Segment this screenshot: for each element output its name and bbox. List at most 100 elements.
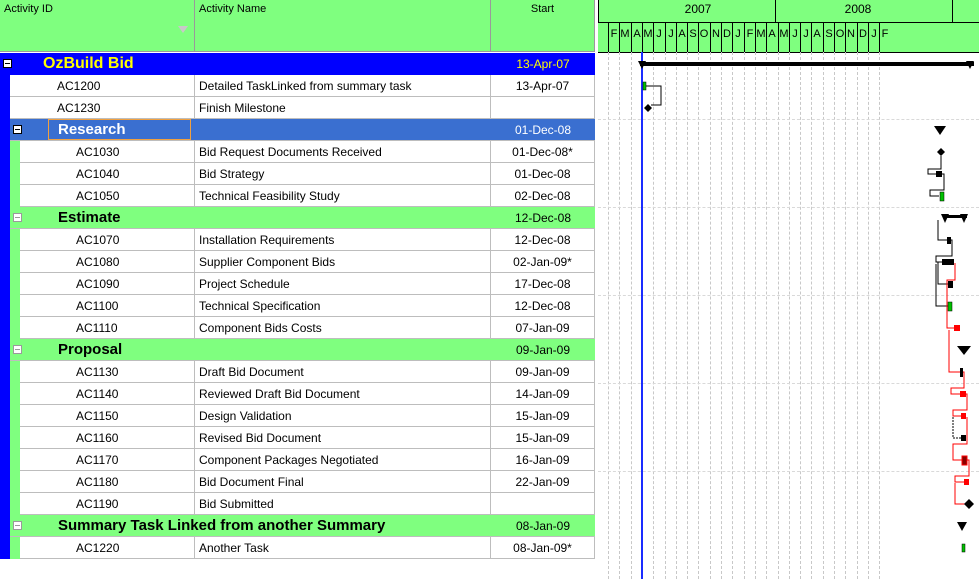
activity-table: Activity ID Activity Name Start OzBuild … bbox=[0, 0, 595, 579]
activity-start: 12-Dec-08 bbox=[491, 295, 595, 317]
activity-row[interactable]: AC1080 Supplier Component Bids 02-Jan-09* bbox=[0, 251, 595, 273]
activity-bar[interactable] bbox=[942, 259, 954, 265]
activity-name: Design Validation bbox=[195, 405, 491, 427]
wbs-level-stripe bbox=[0, 163, 20, 185]
gantt-bars bbox=[638, 61, 974, 553]
collapse-icon[interactable] bbox=[13, 521, 22, 530]
activity-row[interactable]: AC1130 Draft Bid Document 09-Jan-09 bbox=[0, 361, 595, 383]
milestone-diamond[interactable] bbox=[937, 148, 945, 156]
activity-row[interactable]: AC1150 Design Validation 15-Jan-09 bbox=[0, 405, 595, 427]
activity-start: 13-Apr-07 bbox=[491, 75, 595, 97]
critical-activity-bar[interactable] bbox=[961, 455, 968, 466]
activity-row[interactable]: AC1090 Project Schedule 17-Dec-08 bbox=[0, 273, 595, 295]
activity-row[interactable]: AC1170 Component Packages Negotiated 16-Ja… bbox=[0, 449, 595, 471]
wbs-level-stripe bbox=[0, 141, 20, 163]
project-name: OzBuild Bid bbox=[43, 55, 134, 72]
critical-activity-bar[interactable] bbox=[960, 391, 966, 397]
wbs-row[interactable]: Research 01-Dec-08 bbox=[0, 119, 595, 141]
activity-bar[interactable] bbox=[947, 237, 951, 244]
activity-row[interactable]: AC1040 Bid Strategy 01-Dec-08 bbox=[0, 163, 595, 185]
critical-activity-bar[interactable] bbox=[961, 413, 966, 419]
activity-name: Revised Bid Document bbox=[195, 427, 491, 449]
activity-id: AC1050 bbox=[20, 185, 195, 207]
activity-id: AC1100 bbox=[20, 295, 195, 317]
project-row[interactable]: OzBuild Bid 13-Apr-07 bbox=[0, 53, 595, 75]
activity-row[interactable]: AC1200 Detailed TaskLinked from summary t… bbox=[0, 75, 595, 97]
column-header-activity-name[interactable]: Activity Name bbox=[195, 0, 491, 52]
wbs-start: 12-Dec-08 bbox=[514, 211, 572, 225]
milestone-diamond[interactable] bbox=[644, 104, 652, 112]
activity-name: Project Schedule bbox=[195, 273, 491, 295]
wbs-level-stripe bbox=[0, 339, 10, 361]
milestone-diamond[interactable] bbox=[964, 499, 974, 509]
activity-name: Component Bids Costs bbox=[195, 317, 491, 339]
wbs-level-stripe bbox=[0, 361, 20, 383]
activity-row[interactable]: AC1100 Technical Specification 12-Dec-08 bbox=[0, 295, 595, 317]
activity-start: 16-Jan-09 bbox=[491, 449, 595, 471]
activity-row[interactable]: AC1160 Revised Bid Document 15-Jan-09 bbox=[0, 427, 595, 449]
column-header-label: Start bbox=[530, 3, 555, 15]
collapse-icon[interactable] bbox=[13, 213, 22, 222]
wbs-summary-marker bbox=[934, 126, 946, 135]
activity-row[interactable]: AC1220 Another Task 08-Jan-09* bbox=[0, 537, 595, 559]
activity-bar[interactable] bbox=[936, 171, 942, 177]
activity-bar[interactable] bbox=[642, 81, 647, 91]
activity-bar[interactable] bbox=[961, 435, 966, 441]
activity-start bbox=[491, 97, 595, 119]
activity-name: Another Task bbox=[195, 537, 491, 559]
activity-row[interactable]: AC1070 Installation Requirements 12-Dec-08 bbox=[0, 229, 595, 251]
activity-bar[interactable] bbox=[961, 543, 966, 553]
critical-activity-bar[interactable] bbox=[954, 325, 960, 331]
activity-row[interactable]: AC1110 Component Bids Costs 07-Jan-09 bbox=[0, 317, 595, 339]
activity-id: AC1080 bbox=[20, 251, 195, 273]
activity-row[interactable]: AC1030 Bid Request Documents Received 01-D… bbox=[0, 141, 595, 163]
activity-start: 01-Dec-08* bbox=[491, 141, 595, 163]
activity-bar[interactable] bbox=[948, 281, 953, 288]
activity-id: AC1200 bbox=[10, 75, 195, 97]
activity-id: AC1040 bbox=[20, 163, 195, 185]
wbs-start: 01-Dec-08 bbox=[514, 123, 572, 137]
activity-row[interactable]: AC1050 Technical Feasibility Study 02-Dec-… bbox=[0, 185, 595, 207]
collapse-icon[interactable] bbox=[3, 59, 12, 68]
gantt-chart[interactable]: 2007 2008 F M A M J J A S O N D J F M A M J J A S O N D J F bbox=[598, 0, 979, 579]
wbs-level-stripe bbox=[0, 119, 10, 141]
wbs-level-stripe bbox=[0, 427, 20, 449]
activity-id: AC1180 bbox=[20, 471, 195, 493]
sort-filter-icon[interactable] bbox=[178, 26, 188, 33]
activity-row[interactable]: AC1230 Finish Milestone bbox=[0, 97, 595, 119]
column-header-activity-id[interactable]: Activity ID bbox=[0, 0, 195, 52]
activity-bar[interactable] bbox=[939, 191, 945, 202]
activity-bar[interactable] bbox=[947, 301, 953, 312]
activity-name: Technical Specification bbox=[195, 295, 491, 317]
wbs-level-stripe bbox=[0, 405, 20, 427]
project-start: 13-Apr-07 bbox=[516, 57, 570, 71]
critical-activity-bar[interactable] bbox=[964, 479, 969, 485]
wbs-level-stripe bbox=[0, 251, 20, 273]
project-summary-bar[interactable] bbox=[640, 62, 974, 66]
wbs-level-stripe bbox=[0, 449, 20, 471]
activity-start: 01-Dec-08 bbox=[491, 163, 595, 185]
activity-start: 02-Dec-08 bbox=[491, 185, 595, 207]
wbs-summary-marker bbox=[941, 214, 949, 223]
wbs-summary-marker bbox=[957, 522, 967, 531]
activity-id: AC1070 bbox=[20, 229, 195, 251]
wbs-level-stripe bbox=[0, 493, 20, 515]
activity-start: 15-Jan-09 bbox=[491, 427, 595, 449]
wbs-row[interactable]: Proposal 09-Jan-09 bbox=[0, 339, 595, 361]
activity-row[interactable]: AC1190 Bid Submitted bbox=[0, 493, 595, 515]
collapse-icon[interactable] bbox=[13, 125, 22, 134]
collapse-icon[interactable] bbox=[13, 345, 22, 354]
relationship-line bbox=[952, 417, 961, 439]
activity-start: 15-Jan-09 bbox=[491, 405, 595, 427]
critical-relationship-line bbox=[954, 483, 965, 505]
wbs-row[interactable]: Estimate 12-Dec-08 bbox=[0, 207, 595, 229]
activity-id: AC1140 bbox=[20, 383, 195, 405]
relationship-line bbox=[646, 85, 662, 106]
wbs-level-stripe bbox=[0, 471, 20, 493]
activity-row[interactable]: AC1140 Reviewed Draft Bid Document 14-Jan-… bbox=[0, 383, 595, 405]
wbs-row[interactable]: Summary Task Linked from another Summary… bbox=[0, 515, 595, 537]
relationship-line bbox=[937, 220, 947, 241]
activity-row[interactable]: AC1180 Bid Document Final 22-Jan-09 bbox=[0, 471, 595, 493]
column-header-start[interactable]: Start bbox=[491, 0, 595, 52]
activity-bar[interactable] bbox=[960, 368, 963, 377]
